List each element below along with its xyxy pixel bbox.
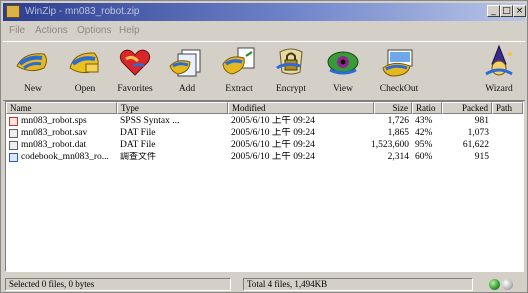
col-header-type[interactable]: Type [117,102,228,114]
file-row[interactable]: codebook_mn083_ro... 調查文件 2005/6/10 上午 0… [6,152,523,163]
favorites-button[interactable]: Favorites [113,44,157,98]
open-button[interactable]: Open [63,44,107,98]
spss-syntax-file-icon [9,117,18,126]
menu-options[interactable]: Options [77,25,111,36]
menu-file[interactable]: File [9,25,25,36]
file-size: 1,865 [387,128,409,138]
new-archive-icon [16,53,47,72]
add-icon [169,49,201,77]
extract-button[interactable]: Extract [217,44,261,98]
file-row[interactable]: mn083_robot.sav DAT File 2005/6/10 上午 09… [6,128,523,139]
file-name: mn083_robot.dat [21,140,87,150]
green-status-light-icon [489,279,500,290]
open-archive-icon [69,52,99,74]
close-button[interactable]: × [513,5,526,17]
add-label: Add [178,84,196,94]
wizard-icon [485,44,513,76]
favorites-label: Favorites [117,84,153,94]
file-name: mn083_robot.sps [21,116,87,126]
minimize-button[interactable]: _ [487,5,500,17]
menu-help[interactable]: Help [119,25,140,36]
file-size: 1,726 [387,116,409,126]
file-ratio: 95% [415,140,433,150]
file-path [495,128,523,139]
data-file-icon [9,141,18,150]
file-type: SPSS Syntax ... [120,116,180,126]
view-label: View [332,84,353,94]
view-icon [327,51,359,75]
wizard-button[interactable]: Wizard [477,44,521,98]
file-row[interactable]: mn083_robot.dat DAT File 2005/6/10 上午 09… [6,140,523,151]
favorites-icon [119,49,151,76]
file-path [495,116,523,127]
status-selected: Selected 0 files, 0 bytes [5,278,231,291]
file-packed: 1,073 [467,128,489,138]
col-header-name[interactable]: Name [6,102,117,114]
new-label: New [24,84,42,94]
encrypt-button[interactable]: Encrypt [269,44,313,98]
file-packed: 915 [474,152,489,162]
window-title: WinZip - mn083_robot.zip [25,6,140,17]
file-type: DAT File [120,140,156,150]
extract-icon [222,47,255,75]
col-header-size[interactable]: Size [374,102,412,114]
new-button[interactable]: New [11,44,55,98]
status-total: Total 4 files, 1,494KB [243,278,473,291]
file-ratio: 60% [415,152,433,162]
col-header-modified[interactable]: Modified [228,102,374,114]
document-file-icon [9,153,18,162]
extract-label: Extract [225,84,253,94]
add-button[interactable]: Add [165,44,209,98]
file-ratio: 43% [415,116,433,126]
column-header-row: Name Type Modified Size Ratio Packed Pat… [6,102,523,114]
file-ratio: 42% [415,128,433,138]
file-type: 調查文件 [120,152,157,162]
grey-status-light-icon [502,279,513,290]
open-label: Open [74,84,96,94]
encrypt-label: Encrypt [275,84,307,94]
title-bar[interactable]: WinZip - mn083_robot.zip _ □ × [3,3,526,21]
col-header-ratio[interactable]: Ratio [412,102,442,114]
file-path [495,140,523,151]
file-path [495,152,523,163]
winzip-window: WinZip - mn083_robot.zip _ □ × File Acti… [0,0,528,293]
file-list[interactable]: Name Type Modified Size Ratio Packed Pat… [5,101,524,272]
status-bar: Selected 0 files, 0 bytes Total 4 files,… [3,277,525,292]
encrypt-icon [276,48,303,75]
file-type: DAT File [120,128,156,138]
view-button[interactable]: View [321,44,365,98]
col-header-packed[interactable]: Packed [442,102,492,114]
file-packed: 981 [474,116,489,126]
file-name: codebook_mn083_ro... [21,152,109,162]
maximize-button[interactable]: □ [500,5,513,17]
file-packed: 61,622 [462,140,489,150]
col-header-path[interactable]: Path [492,102,523,114]
data-file-icon [9,129,18,138]
checkout-button[interactable]: CheckOut [377,44,421,98]
menu-bar: File Actions Options Help [3,23,525,39]
file-row[interactable]: mn083_robot.sps SPSS Syntax ... 2005/6/1… [6,116,523,127]
winzip-app-icon [6,5,20,18]
file-size: 1,523,600 [371,140,409,150]
wizard-label: Wizard [485,84,513,94]
checkout-label: CheckOut [379,84,419,94]
checkout-icon [382,49,413,77]
menu-actions[interactable]: Actions [35,25,68,36]
toolbar: New Open Favorites Add Extract Encrypt V… [3,41,525,101]
file-size: 2,314 [387,152,409,162]
file-name: mn083_robot.sav [21,128,88,138]
